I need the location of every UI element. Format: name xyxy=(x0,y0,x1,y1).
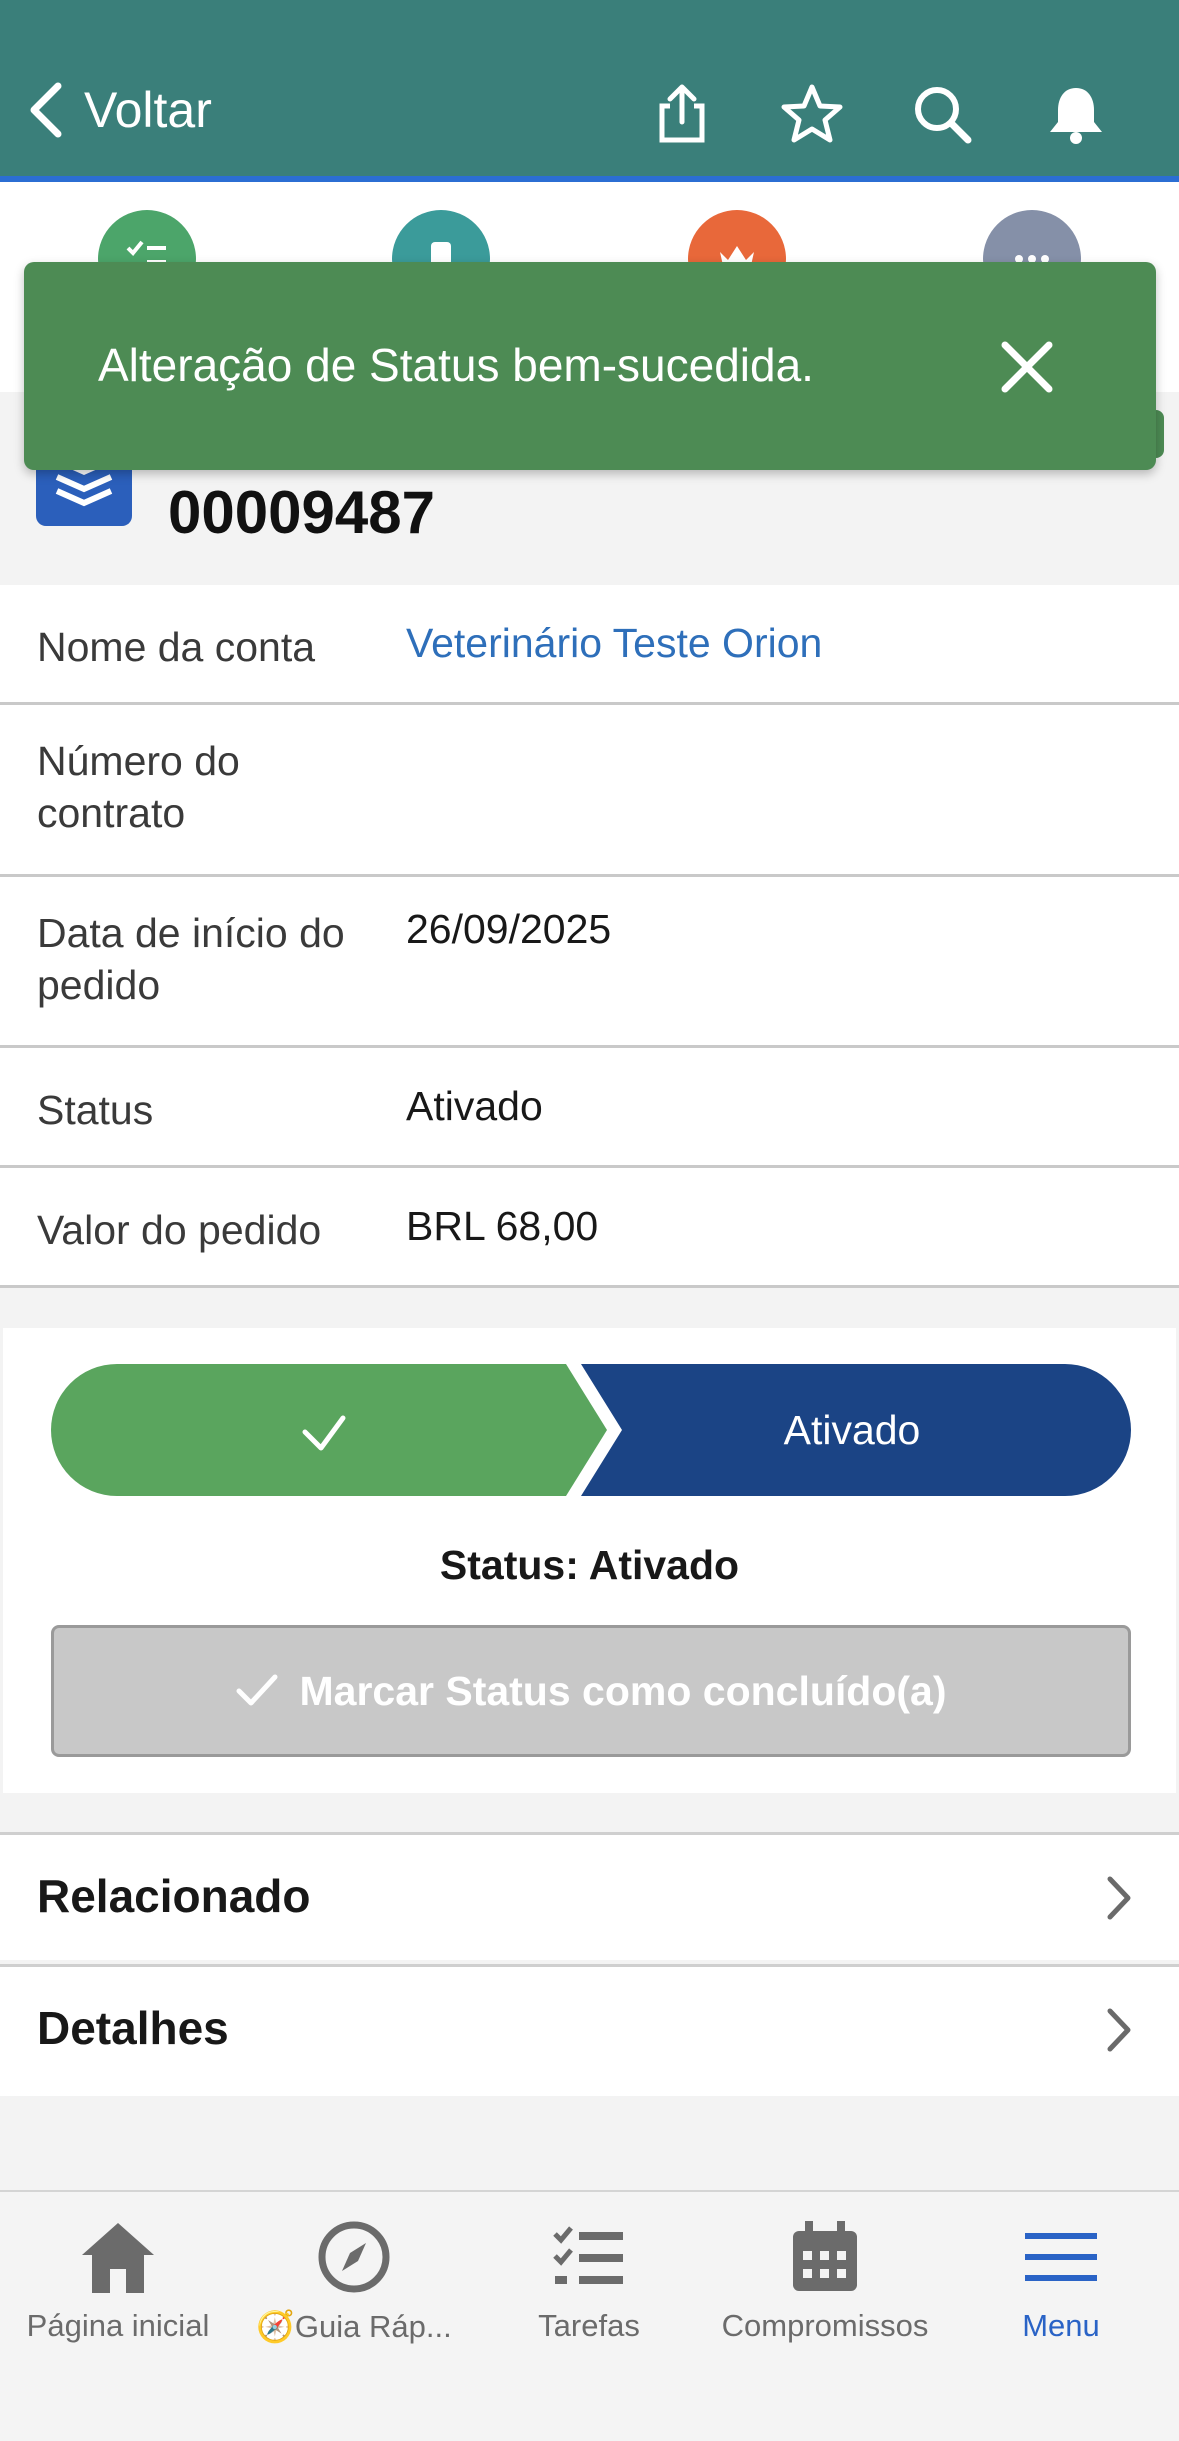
calendar-icon xyxy=(793,2221,857,2291)
back-label: Voltar xyxy=(84,82,212,138)
field-label: Data de início do pedido xyxy=(37,910,345,1008)
search-button[interactable] xyxy=(906,78,978,150)
bottom-tab-bar: Página inicial 🧭Guia Ráp... Tarefas Comp… xyxy=(0,2190,1179,2441)
share-icon xyxy=(659,84,705,143)
mark-status-complete-button[interactable]: Marcar Status como concluído(a) xyxy=(51,1625,1131,1757)
tab-home[interactable]: Página inicial xyxy=(0,2212,236,2362)
tab-label: Menu xyxy=(1022,2308,1100,2343)
notifications-button[interactable] xyxy=(1040,78,1112,150)
field-label: Valor do pedido xyxy=(37,1207,322,1253)
status-path: Ativado xyxy=(51,1364,1131,1496)
close-icon xyxy=(1001,341,1053,393)
chevron-right-icon xyxy=(1107,1876,1131,1920)
tab-menu[interactable]: Menu xyxy=(943,2212,1179,2362)
favorite-button[interactable] xyxy=(776,78,848,150)
compass-icon xyxy=(318,2221,390,2293)
field-value: BRL 68,00 xyxy=(406,1203,599,1249)
details-section[interactable]: Detalhes xyxy=(0,1964,1179,2096)
chevron-right-icon xyxy=(1107,2008,1131,2052)
field-row-contract: Número do contrato xyxy=(0,705,1179,877)
bell-icon xyxy=(1050,88,1102,144)
account-link[interactable]: Veterinário Teste Orion xyxy=(406,617,822,669)
toast-close-button[interactable] xyxy=(982,322,1072,412)
path-current-stage-label[interactable]: Ativado xyxy=(622,1364,1082,1496)
checkmark-icon xyxy=(236,1674,278,1706)
field-value: 26/09/2025 xyxy=(406,906,612,952)
record-title: 00009487 xyxy=(168,479,435,546)
menu-icon xyxy=(1025,2233,1097,2281)
app-header: Voltar xyxy=(0,0,1179,182)
search-icon xyxy=(915,87,972,144)
tasks-icon xyxy=(553,2226,623,2284)
tab-label: Página inicial xyxy=(26,2308,210,2343)
field-label: Status xyxy=(37,1087,154,1133)
field-value: Ativado xyxy=(406,1083,543,1129)
field-row-start-date: Data de início do pedido 26/09/2025 xyxy=(0,877,1179,1048)
field-label: Nome da conta xyxy=(37,624,316,670)
tab-quick-guide[interactable]: 🧭Guia Ráp... xyxy=(236,2212,472,2362)
field-row-account: Nome da conta Veterinário Teste Orion xyxy=(0,585,1179,705)
tab-label: 🧭Guia Ráp... xyxy=(256,2309,452,2344)
chevron-left-icon xyxy=(30,82,62,138)
path-status-text: Status: Ativado xyxy=(439,1542,740,1588)
status-path-card: Ativado Status: Ativado Marcar Status co… xyxy=(3,1328,1176,1793)
tab-tasks[interactable]: Tarefas xyxy=(471,2212,707,2362)
path-stage-complete xyxy=(51,1364,607,1496)
share-button[interactable] xyxy=(646,78,718,150)
mark-button-label: Marcar Status como concluído(a) xyxy=(299,1667,947,1714)
field-row-amount: Valor do pedido BRL 68,00 xyxy=(0,1168,1179,1288)
section-title: Relacionado xyxy=(37,1870,311,1922)
field-row-status: Status Ativado xyxy=(0,1048,1179,1168)
success-toast: Alteração de Status bem-sucedida. xyxy=(24,262,1156,470)
home-icon xyxy=(82,2223,154,2293)
back-button[interactable]: Voltar xyxy=(24,72,212,148)
star-icon xyxy=(781,84,843,143)
toast-message: Alteração de Status bem-sucedida. xyxy=(98,339,814,391)
tab-label: Compromissos xyxy=(721,2308,929,2343)
record-fields: Nome da conta Veterinário Teste Orion Nú… xyxy=(0,585,1179,1288)
related-section[interactable]: Relacionado xyxy=(0,1832,1179,1960)
section-title: Detalhes xyxy=(37,2002,229,2054)
tab-appointments[interactable]: Compromissos xyxy=(707,2212,943,2362)
field-label: Número do contrato xyxy=(37,738,240,836)
tab-label: Tarefas xyxy=(538,2308,640,2343)
